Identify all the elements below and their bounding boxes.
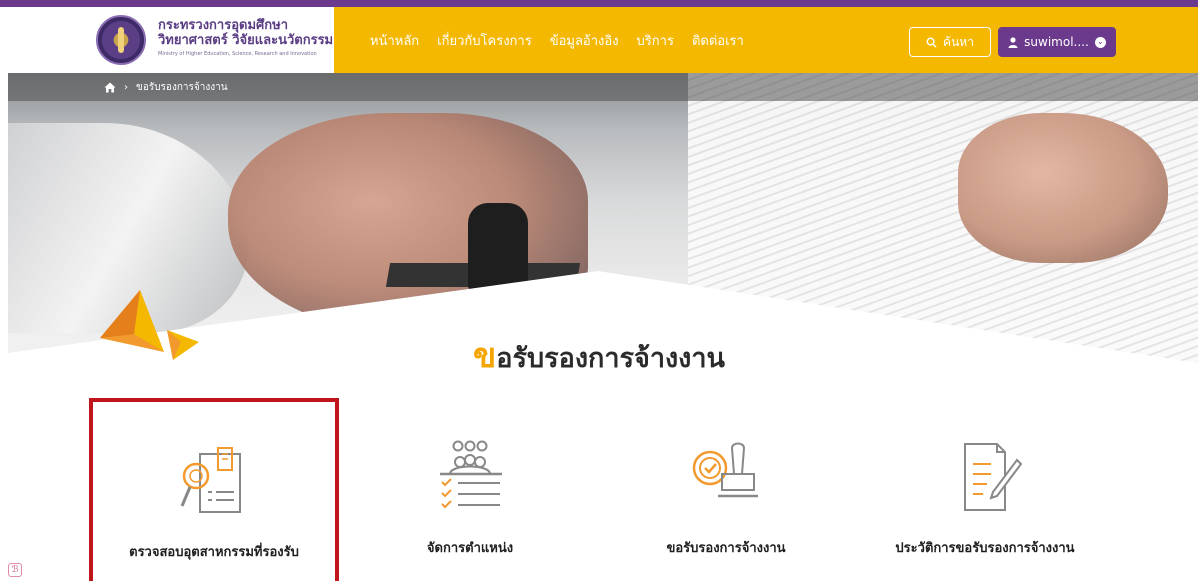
breadcrumb-current: ขอรับรองการจ้างงาน <box>136 81 228 93</box>
page-title: ขอรับรองการจ้างงาน <box>0 328 1198 382</box>
nav-about-project[interactable]: เกี่ยวกับโครงการ <box>437 30 532 51</box>
nav-services[interactable]: บริการ <box>637 30 674 51</box>
feedback-icon[interactable]: ℬ <box>8 563 22 577</box>
approval-stamp-icon <box>692 442 758 498</box>
search-icon <box>926 37 937 48</box>
nav-contact[interactable]: ติดต่อเรา <box>692 30 744 51</box>
page-title-accent: ข <box>473 336 497 376</box>
breadcrumb-separator: › <box>124 81 128 93</box>
user-name: suwimol.... <box>1024 35 1089 49</box>
hero-banner: › ขอรับรองการจ้างงาน <box>8 73 1198 363</box>
chevron-down-icon: ⌄ <box>1094 36 1106 48</box>
site-header: กระทรวงการอุดมศึกษา วิทยาศาสตร์ วิจัยและ… <box>8 7 1198 73</box>
card-label: จัดการตำแหน่ง <box>426 541 514 556</box>
main-nav: หน้าหลัก เกี่ยวกับโครงการ ข้อมูลอ้างอิง … <box>370 7 762 73</box>
team-checklist-icon <box>440 440 502 509</box>
ministry-logo <box>96 15 146 65</box>
brand-name-line1: กระทรวงการอุดมศึกษา <box>158 18 288 33</box>
user-icon <box>1008 36 1018 48</box>
breadcrumb: › ขอรับรองการจ้างงาน <box>8 73 1198 101</box>
card-label: ประวัติการขอรับรองการจ้างงาน <box>895 541 1075 556</box>
top-accent-line <box>0 0 1198 7</box>
document-edit-icon <box>964 443 1023 511</box>
card-request-certification[interactable]: ขอรับรองการจ้างงาน <box>601 398 851 581</box>
page-title-text: อรับรองการจ้างงาน <box>496 343 725 374</box>
brand-name-line2: วิทยาศาสตร์ วิจัยและนวัตกรรม <box>158 33 334 48</box>
search-label: ค้นหา <box>943 34 974 49</box>
nav-home[interactable]: หน้าหลัก <box>370 30 419 51</box>
card-check-industries[interactable]: ตรวจสอบอุตสาหกรรมที่รองรับ <box>89 398 339 581</box>
user-menu-button[interactable]: suwimol.... ⌄ <box>998 27 1116 57</box>
home-icon[interactable] <box>104 82 116 93</box>
hero-white-wedge <box>8 271 1198 363</box>
document-search-icon <box>180 447 241 513</box>
card-manage-positions[interactable]: จัดการตำแหน่ง <box>345 398 595 581</box>
search-button[interactable]: ค้นหา <box>909 27 991 57</box>
card-label: ตรวจสอบอุตสาหกรรมที่รองรับ <box>129 545 299 560</box>
nav-reference[interactable]: ข้อมูลอ้างอิง <box>550 30 619 51</box>
card-label: ขอรับรองการจ้างงาน <box>666 541 786 556</box>
card-certification-history[interactable]: ประวัติการขอรับรองการจ้างงาน <box>860 398 1110 581</box>
ministry-brand[interactable]: กระทรวงการอุดมศึกษา วิทยาศาสตร์ วิจัยและ… <box>8 7 334 73</box>
brand-text: กระทรวงการอุดมศึกษา วิทยาศาสตร์ วิจัยและ… <box>158 19 333 58</box>
brand-name-english: Ministry of Higher Education, Science, R… <box>158 51 317 57</box>
